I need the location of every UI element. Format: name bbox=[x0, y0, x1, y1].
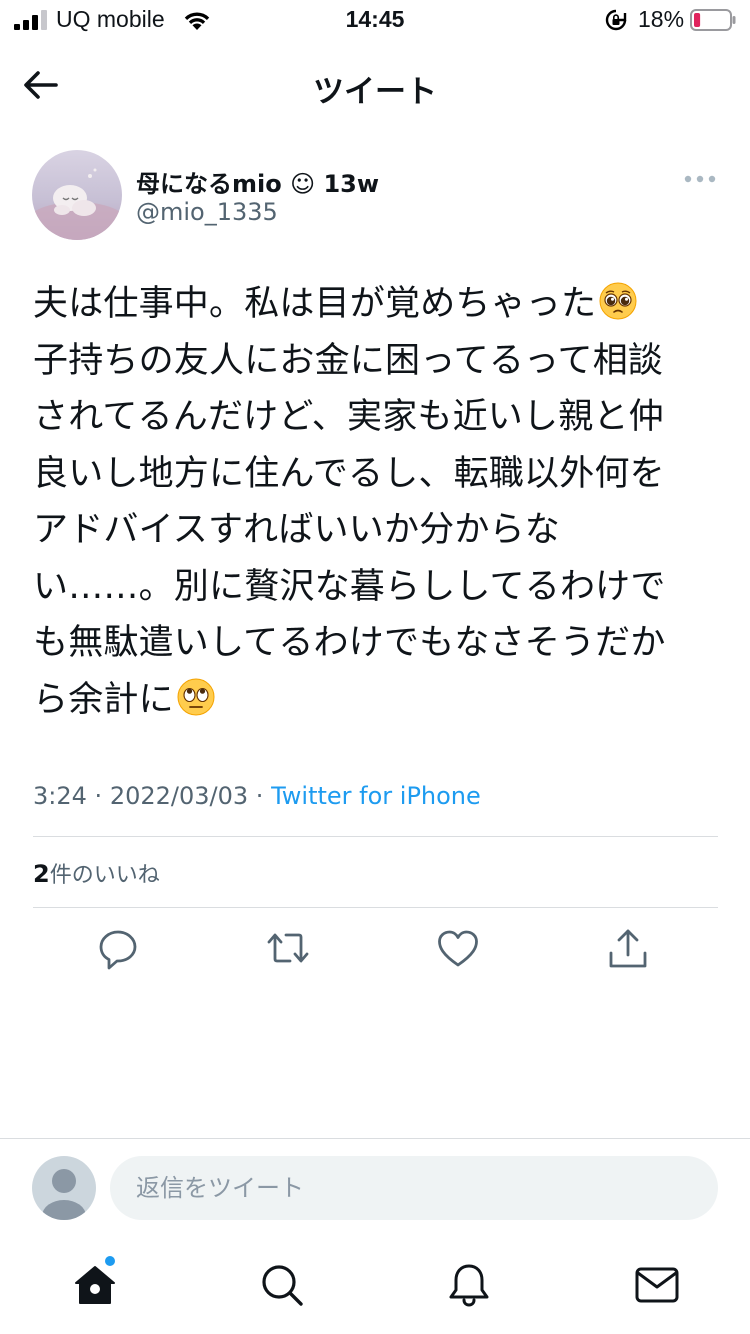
tweet-text-line: も無駄遣いしてるわけでもなさそうだか bbox=[33, 623, 666, 663]
page-title: ツイート bbox=[313, 74, 437, 110]
rotation-lock-icon bbox=[605, 9, 627, 31]
share-icon[interactable] bbox=[606, 926, 650, 970]
tweet-date: 2022/03/03 bbox=[109, 782, 249, 810]
home-icon[interactable] bbox=[72, 1262, 118, 1308]
tweet-text-line: 夫は仕事中。私は目が覚めちゃった bbox=[33, 276, 723, 333]
likes-label: 件のいいね bbox=[49, 863, 160, 888]
face-with-rolling-eyes-emoji bbox=[177, 678, 215, 715]
divider bbox=[0, 1138, 750, 1139]
tweet-text-line: されてるんだけど、実家も近いし親と仲 bbox=[33, 397, 664, 437]
notifications-icon[interactable] bbox=[446, 1262, 492, 1308]
author-avatar[interactable] bbox=[32, 150, 122, 240]
retweet-icon[interactable] bbox=[266, 926, 310, 970]
tweet-source-link[interactable]: Twitter for iPhone bbox=[271, 782, 481, 810]
pleading-face-emoji bbox=[599, 282, 637, 320]
status-bar: UQ mobile 14:45 18% bbox=[0, 0, 750, 40]
top-nav-bar: ツイート bbox=[0, 40, 750, 130]
battery-percent: 18% bbox=[638, 6, 685, 32]
divider bbox=[33, 836, 718, 837]
likes-count[interactable]: 2件のいいね bbox=[33, 857, 160, 889]
tweet-text-line: 子持ちの友人にお金に困ってるって相談 bbox=[33, 340, 664, 381]
battery-icon bbox=[690, 9, 736, 31]
my-avatar[interactable] bbox=[32, 1156, 96, 1220]
tweet-text: 夫は仕事中。私は目が覚めちゃった 子持ちの友人にお金に困ってるって相談 されてる… bbox=[33, 276, 723, 728]
author-handle[interactable]: @mio_1335 bbox=[136, 198, 278, 226]
divider bbox=[33, 907, 718, 908]
reply-icon[interactable] bbox=[96, 926, 140, 970]
search-icon[interactable] bbox=[259, 1262, 305, 1308]
tweet-timestamp: 3:24 · 2022/03/03 · Twitter for iPhone bbox=[33, 782, 481, 810]
messages-icon[interactable] bbox=[634, 1262, 680, 1308]
unread-indicator bbox=[105, 1256, 115, 1266]
tweet-text-line: アドバイスすればいいか分からな bbox=[33, 510, 560, 550]
tweet-time: 3:24 bbox=[33, 782, 87, 810]
reply-input[interactable] bbox=[110, 1156, 718, 1220]
tweet-text-line: い……。別に贅沢な暮らししてるわけで bbox=[33, 566, 666, 607]
tweet-text-line: 良いし地方に住んでるし、転職以外何を bbox=[33, 453, 665, 494]
battery-level-fill bbox=[694, 13, 701, 27]
tweet-text-line: ら余計に bbox=[33, 672, 723, 729]
more-options-icon[interactable] bbox=[680, 168, 720, 190]
like-icon[interactable] bbox=[436, 926, 480, 970]
meta-separator: · bbox=[255, 782, 264, 810]
author-display-name[interactable]: 母になるmio ☺︎ 13w bbox=[136, 164, 379, 199]
meta-separator: · bbox=[94, 782, 103, 810]
likes-number: 2 bbox=[33, 860, 50, 888]
